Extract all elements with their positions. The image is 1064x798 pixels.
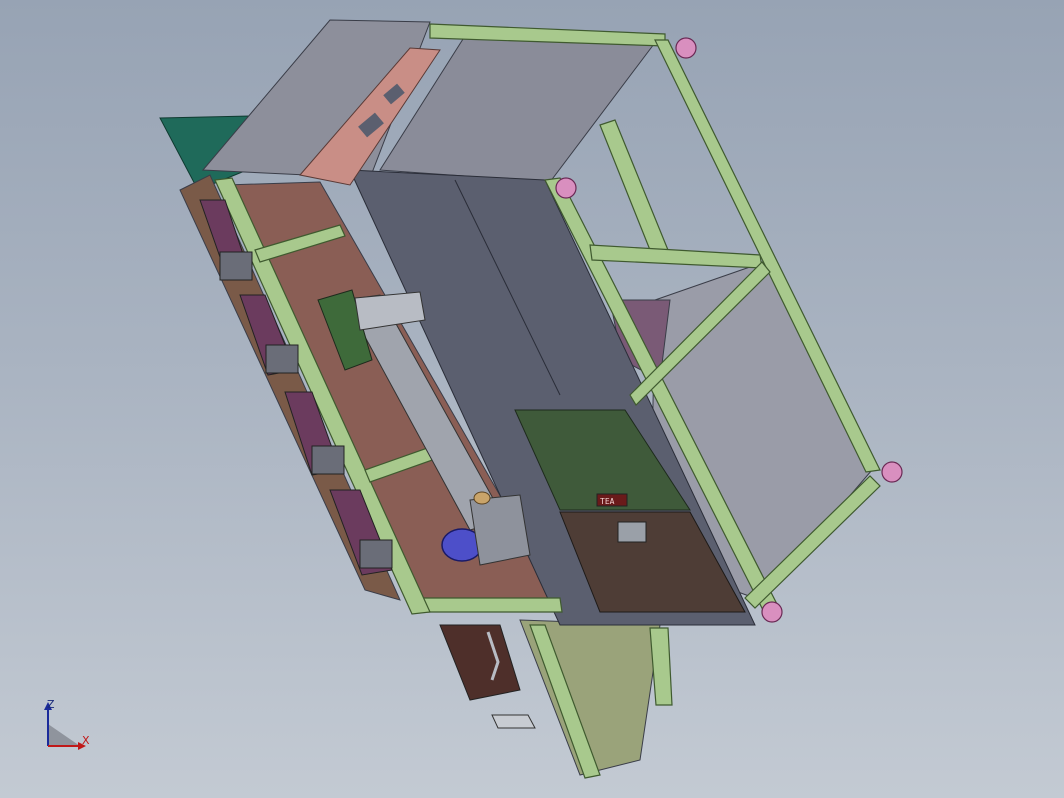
frame-diagonal-1[interactable] [599, 119, 669, 256]
coupling[interactable] [473, 491, 491, 505]
triad-plane [48, 724, 80, 746]
bottom-foot-plate [491, 714, 536, 729]
door-handle[interactable] [617, 521, 647, 543]
control-box-4[interactable] [359, 539, 393, 569]
frame-bottom-leg-2[interactable] [649, 627, 673, 706]
caster-1[interactable] [675, 37, 697, 59]
cad-viewport[interactable]: TEA Z X [0, 0, 1064, 798]
machine-assembly-model[interactable]: TEA [0, 0, 1064, 798]
caster-3[interactable] [881, 461, 903, 483]
lower-brown-cabinet[interactable] [439, 624, 521, 701]
control-box-3[interactable] [311, 445, 345, 475]
z-axis-label: Z [47, 698, 55, 711]
control-box-2[interactable] [265, 344, 299, 374]
control-box-1[interactable] [219, 251, 253, 281]
caster-2[interactable] [555, 177, 577, 199]
x-axis-label: X [82, 734, 90, 747]
motor-mount[interactable] [469, 494, 531, 566]
caster-4[interactable] [761, 601, 783, 623]
coordinate-triad: Z X [36, 696, 106, 756]
rail-top-bracket[interactable] [354, 291, 426, 331]
door-label: TEA [600, 497, 615, 506]
frame-bottom-rail[interactable] [409, 597, 563, 613]
frame-cross-1[interactable] [589, 244, 763, 269]
